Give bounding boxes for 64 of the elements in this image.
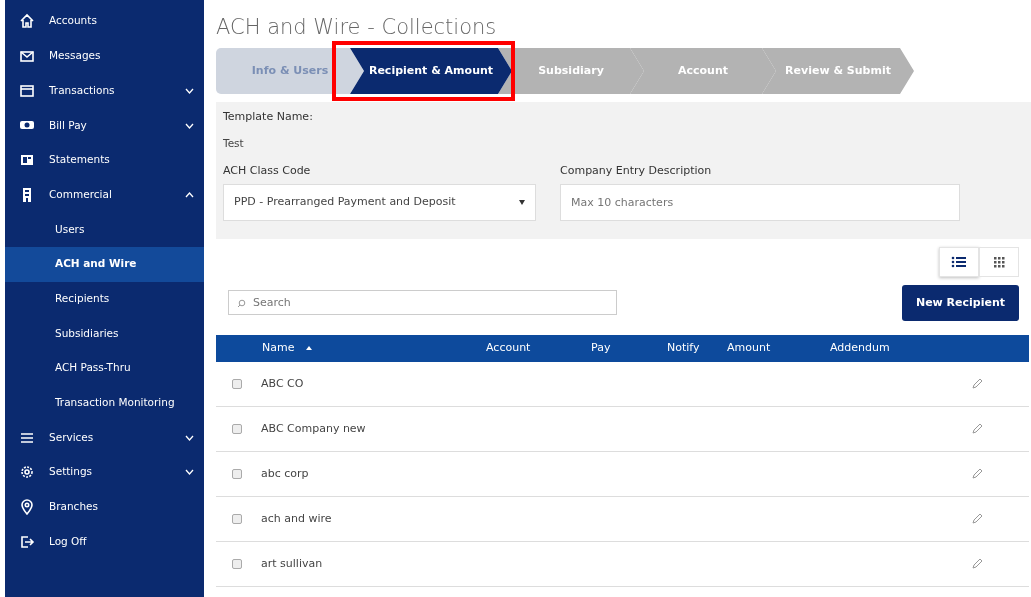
sidebar-item[interactable]: Statements: [5, 142, 204, 178]
settings-icon: [19, 464, 35, 481]
logout-icon: [19, 533, 35, 550]
sidebar-item[interactable]: Recipients: [5, 281, 204, 317]
card-icon: [19, 82, 35, 99]
chevron-icon: [185, 469, 194, 476]
field-value: Test: [223, 135, 245, 151]
column-header[interactable]: Amount: [727, 340, 771, 357]
recipient-name: abc corp: [261, 465, 310, 482]
search-field[interactable]: Search: [228, 290, 617, 316]
sidebar-item[interactable]: ACH Pass-Thru: [5, 350, 204, 386]
row-checkbox[interactable]: [232, 468, 242, 479]
sidebar-item[interactable]: Services: [5, 420, 204, 455]
location-pin-icon: [19, 498, 35, 515]
list-view-icon: [951, 254, 967, 269]
edit-icon[interactable]: [972, 378, 983, 389]
sidebar-item[interactable]: Log Off: [5, 524, 204, 559]
row-checkbox[interactable]: [232, 558, 242, 569]
sort-ascending-icon: [306, 346, 312, 350]
class-code-dropdown[interactable]: PPD - Prearranged Payment and Deposit: [223, 183, 536, 221]
edit-icon[interactable]: [972, 513, 983, 524]
envelope-icon: [19, 48, 35, 65]
edit-icon[interactable]: [972, 558, 983, 569]
field-label: Template Name:: [223, 109, 314, 125]
sidebar-item[interactable]: Subsidiaries: [5, 316, 204, 351]
wizard-step[interactable]: Recipient & Amount: [350, 48, 512, 94]
chevron-icon: [185, 122, 194, 129]
sidebar-item[interactable]: Settings: [5, 454, 204, 490]
view-toggle-button[interactable]: [939, 246, 979, 277]
column-header[interactable]: Pay: [591, 340, 611, 357]
recipient-name: ach and wire: [261, 510, 333, 527]
home-icon: [19, 13, 35, 30]
sidebar-item[interactable]: Branches: [5, 489, 204, 525]
view-toggle-button[interactable]: [979, 246, 1019, 277]
chevron-icon: [185, 434, 194, 441]
new-recipient-button[interactable]: New Recipient: [901, 284, 1019, 321]
sidebar-item[interactable]: Messages: [5, 38, 204, 74]
grid-view-icon: [991, 254, 1007, 269]
field-label: Company Entry Description: [560, 163, 713, 180]
sidebar-item[interactable]: Accounts: [5, 4, 204, 39]
column-header[interactable]: Notify: [667, 340, 700, 357]
edit-icon[interactable]: [972, 468, 983, 479]
sidebar-item[interactable]: Transactions: [5, 73, 204, 109]
field-label: ACH Class Code: [223, 163, 312, 180]
column-header[interactable]: Addendum: [830, 340, 890, 357]
row-checkbox[interactable]: [232, 378, 242, 389]
column-header[interactable]: Account: [486, 340, 531, 357]
sidebar-item[interactable]: ACH and Wire: [5, 246, 204, 282]
entry-description-field[interactable]: Max 10 characters: [560, 183, 960, 221]
recipient-name: ABC CO: [261, 375, 305, 392]
sidebar-item[interactable]: Users: [5, 212, 204, 247]
sidebar-item[interactable]: Commercial: [5, 177, 204, 213]
sidebar-item[interactable]: Transaction Monitoring: [5, 385, 204, 421]
recipient-name: art sullivan: [261, 555, 324, 572]
row-checkbox[interactable]: [232, 423, 242, 434]
page-title: ACH and Wire - Collections: [216, 14, 498, 40]
caret-icon: [519, 199, 525, 205]
row-checkbox[interactable]: [232, 513, 242, 524]
chevron-icon: [185, 191, 194, 198]
sidebar-item[interactable]: Bill Pay: [5, 108, 204, 143]
column-header[interactable]: Name: [262, 340, 295, 357]
recipient-name: ABC Company new: [261, 420, 367, 437]
chevron-icon: [185, 87, 194, 94]
edit-icon[interactable]: [972, 423, 983, 434]
